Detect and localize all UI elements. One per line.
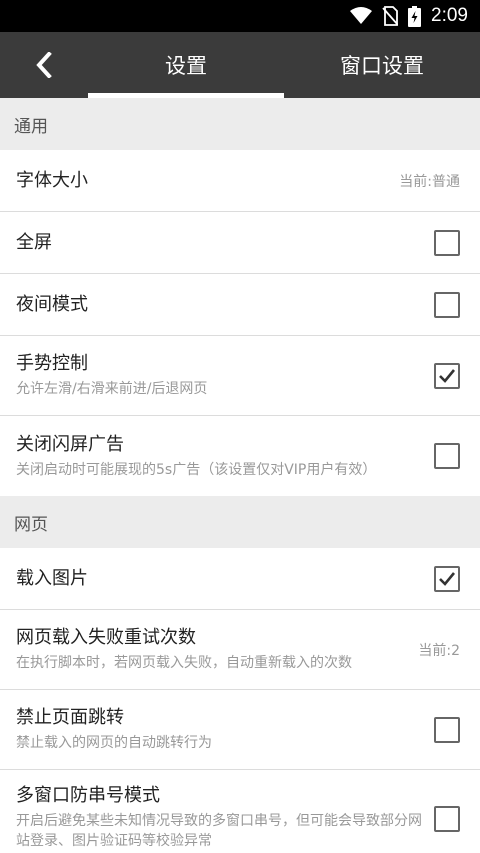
setting-description: 禁止载入的网页的自动跳转行为 [16,735,212,751]
setting-load-images[interactable]: 载入图片 [0,548,480,610]
setting-close-splash-ad[interactable]: 关闭闪屏广告 关闭启动时可能展现的5s广告（该设置仅对VIP用户有效） [0,416,480,496]
setting-retry-count[interactable]: 网页载入失败重试次数 在执行脚本时，若网页载入失败，自动重新载入的次数 当前:2 [0,610,480,690]
setting-font-size[interactable]: 字体大小 当前:普通 [0,150,480,212]
setting-description: 关闭启动时可能展现的5s广告（该设置仅对VIP用户有效） [16,461,377,478]
setting-value: 当前:2 [418,642,460,659]
battery-charging-icon [408,5,422,27]
tab-settings[interactable]: 设置 [88,32,284,98]
chevron-left-icon [36,52,52,78]
back-button[interactable] [0,32,88,98]
setting-title: 全屏 [16,231,52,253]
setting-title: 关闭闪屏广告 [16,433,124,455]
setting-fullscreen[interactable]: 全屏 [0,212,480,274]
load-images-checkbox[interactable] [434,565,460,592]
setting-night-mode[interactable]: 夜间模式 [0,274,480,336]
setting-block-redirect[interactable]: 禁止页面跳转 禁止载入的网页的自动跳转行为 [0,690,480,770]
setting-title: 手势控制 [16,353,88,374]
block-redirect-checkbox[interactable] [434,716,460,743]
wifi-icon [350,7,373,25]
setting-gesture-control[interactable]: 手势控制 允许左滑/右滑来前进/后退网页 [0,336,480,416]
checkmark-icon [439,368,456,383]
status-time: 2:09 [431,5,468,26]
setting-multi-window-isolation[interactable]: 多窗口防串号模式 开启后避免某些未知情况导致的多窗口串号，但可能会导致部分网站登… [0,770,480,848]
gesture-control-checkbox[interactable] [434,362,460,389]
close-splash-ad-checkbox[interactable] [434,443,460,469]
setting-title: 禁止页面跳转 [16,707,124,728]
toolbar: 设置 窗口设置 [0,32,480,98]
setting-description: 在执行脚本时，若网页载入失败，自动重新载入的次数 [16,655,352,671]
tab-window-settings[interactable]: 窗口设置 [284,32,480,98]
setting-title: 字体大小 [16,169,88,191]
status-bar: 2:09 [0,0,480,32]
fullscreen-checkbox[interactable] [434,229,460,256]
setting-title: 夜间模式 [16,293,88,315]
section-header-general: 通用 [0,98,480,150]
setting-title: 多窗口防串号模式 [16,785,160,806]
setting-value: 当前:普通 [399,173,460,190]
section-header-webpage: 网页 [0,496,480,548]
setting-title: 网页载入失败重试次数 [16,627,196,648]
setting-title: 载入图片 [16,567,88,589]
setting-description: 允许左滑/右滑来前进/后退网页 [16,381,208,397]
setting-description: 开启后避免某些未知情况导致的多窗口串号，但可能会导致部分网站登录、图片验证码等校… [16,813,422,848]
no-sim-icon [382,6,399,26]
multi-window-isolation-checkbox[interactable] [434,806,460,832]
checkmark-icon [439,571,456,586]
night-mode-checkbox[interactable] [434,291,460,318]
